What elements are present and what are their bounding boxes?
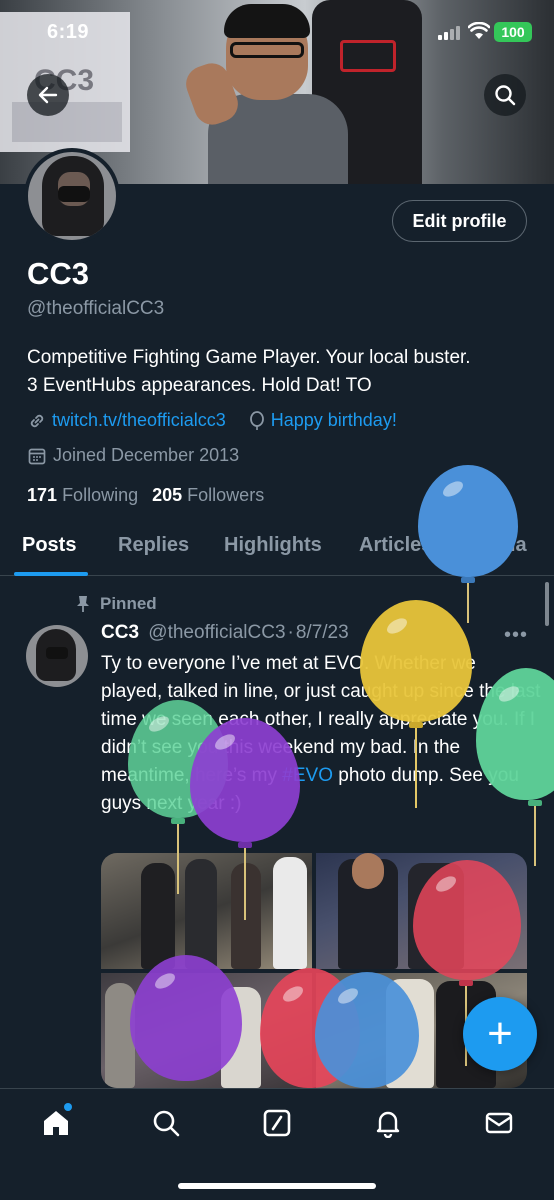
nav-notifications[interactable] xyxy=(370,1105,406,1141)
nav-messages[interactable] xyxy=(481,1105,517,1141)
following-count: 171 xyxy=(27,485,58,505)
post-author-name[interactable]: CC3 xyxy=(101,622,139,643)
status-time: 6:19 xyxy=(47,21,90,43)
balloon-green-right xyxy=(476,668,554,868)
joined-text: Joined December 2013 xyxy=(53,445,240,465)
post-header: CC3 @theofficialCC3 · 8/7/23 xyxy=(101,622,349,644)
website-link[interactable]: twitch.tv/theofficialcc3 xyxy=(52,410,226,431)
home-icon xyxy=(44,1111,68,1135)
scrollbar[interactable] xyxy=(545,582,549,626)
notification-dot xyxy=(64,1103,72,1111)
nav-grok[interactable] xyxy=(259,1105,295,1141)
profile-handle: @theofficialCC3 xyxy=(27,298,165,319)
following-link[interactable]: 171 Following xyxy=(27,485,138,505)
bell-icon xyxy=(376,1111,400,1138)
battery-indicator: 100 xyxy=(494,22,532,42)
balloon-blue-bottom xyxy=(315,972,419,1088)
arrow-left-icon xyxy=(38,86,58,104)
followers-count: 205 xyxy=(152,485,183,505)
following-label: Following xyxy=(62,485,139,505)
search-button[interactable] xyxy=(484,74,526,116)
nav-home[interactable] xyxy=(38,1103,74,1141)
slash-box-icon xyxy=(263,1109,291,1137)
more-options-icon[interactable]: ••• xyxy=(504,624,528,647)
follow-stats: 171 Following 205 Followers xyxy=(27,485,264,506)
joined-date: Joined December 2013 xyxy=(27,445,239,466)
post-date[interactable]: 8/7/23 xyxy=(296,622,349,643)
followers-label: Followers xyxy=(187,485,265,505)
bio-line: Competitive Fighting Game Player. Your l… xyxy=(27,347,471,368)
post-separator: · xyxy=(287,622,294,643)
compose-button[interactable]: + xyxy=(463,997,537,1071)
status-bar: 6:19 100 xyxy=(0,0,554,64)
followers-link[interactable]: 205 Followers xyxy=(152,485,264,505)
tab-highlights[interactable]: Highlights xyxy=(224,534,322,557)
edit-profile-button[interactable]: Edit profile xyxy=(392,200,527,242)
balloon-purple-top xyxy=(190,718,300,923)
signal-icon xyxy=(438,26,460,40)
home-indicator xyxy=(178,1183,376,1189)
active-tab-indicator xyxy=(14,572,88,576)
plus-icon: + xyxy=(487,1009,513,1058)
profile-meta-row: twitch.tv/theofficialcc3 Happy birthday! xyxy=(27,410,397,431)
bio-line: 3 EventHubs appearances. Hold Dat! TO xyxy=(27,375,372,396)
back-button[interactable] xyxy=(27,74,69,116)
pinned-text: Pinned xyxy=(100,594,157,613)
tab-replies[interactable]: Replies xyxy=(118,534,189,557)
profile-avatar[interactable] xyxy=(24,148,120,244)
link-icon xyxy=(30,414,44,427)
birthday-link[interactable]: Happy birthday! xyxy=(271,410,397,431)
profile-bio: Competitive Fighting Game Player. Your l… xyxy=(27,344,537,400)
balloon-blue-top xyxy=(418,465,518,623)
balloon-purple-bottom xyxy=(130,955,242,1085)
calendar-icon xyxy=(28,448,46,464)
wifi-icon xyxy=(467,21,491,40)
search-icon xyxy=(153,1110,180,1137)
balloon-icon xyxy=(249,410,264,430)
pinned-label: Pinned xyxy=(76,594,157,614)
pin-icon xyxy=(77,596,89,612)
balloon-yellow xyxy=(360,600,472,810)
post-author-handle[interactable]: @theofficialCC3 xyxy=(148,622,285,643)
nav-search[interactable] xyxy=(148,1105,184,1141)
post-avatar[interactable] xyxy=(26,625,88,687)
search-icon xyxy=(495,85,516,106)
display-name: CC3 xyxy=(27,256,90,291)
tab-posts[interactable]: Posts xyxy=(22,534,76,557)
mail-icon xyxy=(485,1112,513,1134)
